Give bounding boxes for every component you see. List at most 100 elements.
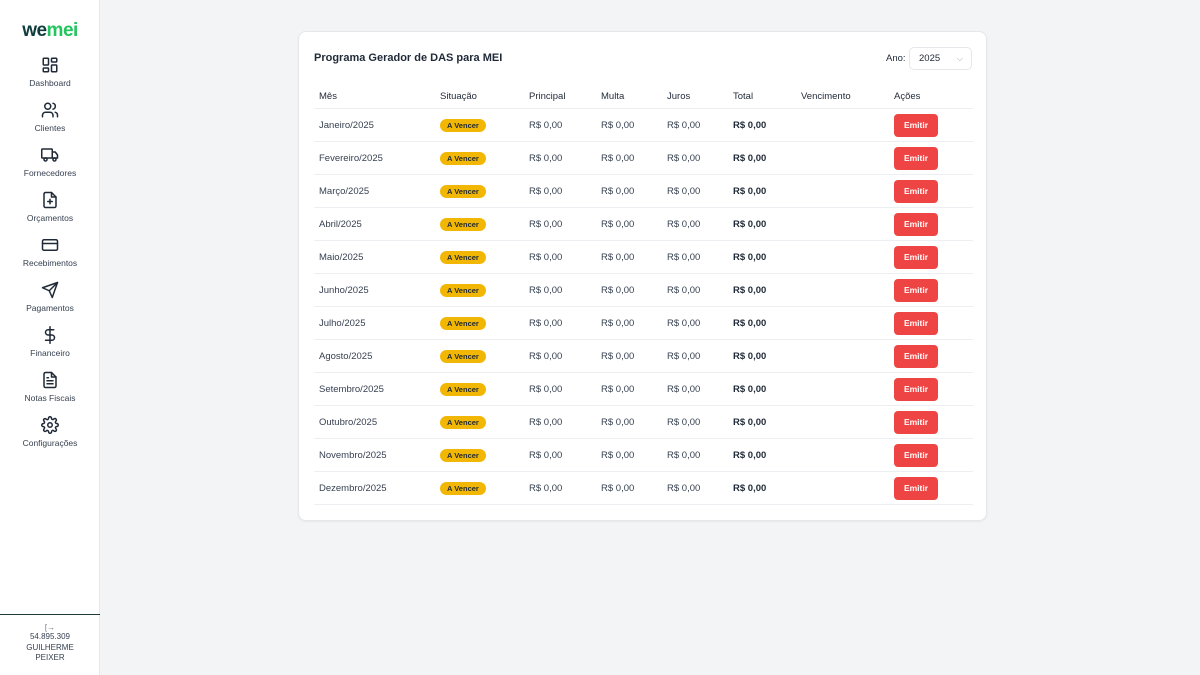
sidebar-item-clientes[interactable]: Clientes — [0, 100, 100, 145]
cell-total: R$ 0,00 — [733, 384, 767, 395]
cell-juros: R$ 0,00 — [667, 351, 701, 362]
emitir-button[interactable]: Emitir — [894, 246, 938, 269]
sidebar-item-fornecedores[interactable]: Fornecedores — [0, 145, 100, 190]
sidebar-item-orcamentos[interactable]: Orçamentos — [0, 190, 100, 235]
cell-mes: Setembro/2025 — [319, 384, 384, 395]
user-footer: [→ 54.895.309 GUILHERME PEIXER — [0, 614, 100, 675]
sidebar-item-financeiro[interactable]: Financeiro — [0, 325, 100, 370]
emitir-button[interactable]: Emitir — [894, 312, 938, 335]
sidebar-item-notas-fiscais[interactable]: Notas Fiscais — [0, 370, 100, 415]
das-card: Programa Gerador de DAS para MEI Ano: 20… — [298, 31, 987, 521]
cell-total: R$ 0,00 — [733, 351, 767, 362]
header-juros: Juros — [667, 91, 691, 102]
status-badge: A Vencer — [440, 416, 486, 429]
table-row: Março/2025 A Vencer R$ 0,00 R$ 0,00 R$ 0,00 R… — [314, 175, 973, 208]
year-select[interactable]: 2025 ⌵ — [909, 47, 972, 70]
page-title: Programa Gerador de DAS para MEI — [314, 52, 503, 64]
dashboard-icon — [42, 57, 58, 73]
cell-mes: Julho/2025 — [319, 318, 366, 329]
logout-icon[interactable]: [→ — [0, 623, 100, 632]
brand-logo-part2: mei — [46, 20, 79, 41]
cell-multa: R$ 0,00 — [601, 186, 635, 197]
table-body: Janeiro/2025 A Vencer R$ 0,00 R$ 0,00 R$ 0,0… — [314, 109, 973, 505]
cell-principal: R$ 0,00 — [529, 318, 563, 329]
header-situacao: Situação — [440, 91, 477, 102]
table-header: Mês Situação Principal Multa Juros Total… — [314, 84, 973, 109]
emitir-button[interactable]: Emitir — [894, 279, 938, 302]
cell-multa: R$ 0,00 — [601, 285, 635, 296]
status-badge: A Vencer — [440, 284, 486, 297]
cell-mes: Abril/2025 — [319, 219, 362, 230]
status-badge: A Vencer — [440, 251, 486, 264]
header-mes: Mês — [319, 91, 337, 102]
cell-juros: R$ 0,00 — [667, 417, 701, 428]
emitir-button[interactable]: Emitir — [894, 345, 938, 368]
status-badge: A Vencer — [440, 218, 486, 231]
emitir-button[interactable]: Emitir — [894, 147, 938, 170]
das-table: Mês Situação Principal Multa Juros Total… — [314, 84, 973, 505]
user-name-line1: GUILHERME — [26, 642, 74, 652]
cell-multa: R$ 0,00 — [601, 483, 635, 494]
sidebar-item-label: Clientes — [34, 123, 66, 133]
cell-juros: R$ 0,00 — [667, 153, 701, 164]
sidebar-nav: Dashboard Clientes Fornecedores Orçament… — [0, 55, 100, 460]
table-row: Julho/2025 A Vencer R$ 0,00 R$ 0,00 R$ 0,00 R… — [314, 307, 973, 340]
sidebar-item-label: Fornecedores — [23, 168, 77, 178]
sidebar-item-dashboard[interactable]: Dashboard — [0, 55, 100, 100]
emitir-button[interactable]: Emitir — [894, 411, 938, 434]
year-label: Ano: — [886, 53, 906, 64]
year-select-value: 2025 — [919, 53, 941, 64]
emitir-button[interactable]: Emitir — [894, 378, 938, 401]
sidebar-item-label: Configurações — [22, 438, 78, 448]
send-icon — [41, 281, 59, 299]
sidebar-item-configuracoes[interactable]: Configurações — [0, 415, 100, 460]
header-vencimento: Vencimento — [801, 91, 851, 102]
cell-juros: R$ 0,00 — [667, 120, 701, 131]
table-row: Novembro/2025 A Vencer R$ 0,00 R$ 0,00 R$ 0,… — [314, 439, 973, 472]
sidebar-item-label: Financeiro — [30, 348, 70, 358]
cell-total: R$ 0,00 — [733, 153, 767, 164]
sidebar: wemei Dashboard Clientes Fornecedores Or… — [0, 0, 100, 675]
truck-icon — [41, 148, 59, 162]
sidebar-item-label: Orçamentos — [26, 213, 74, 223]
cell-mes: Fevereiro/2025 — [319, 153, 383, 164]
sidebar-item-pagamentos[interactable]: Pagamentos — [0, 280, 100, 325]
users-icon — [41, 102, 59, 118]
cell-principal: R$ 0,00 — [529, 450, 563, 461]
emitir-button[interactable]: Emitir — [894, 180, 938, 203]
header-principal: Principal — [529, 91, 566, 102]
emitir-button[interactable]: Emitir — [894, 114, 938, 137]
brand-logo[interactable]: wemei — [0, 20, 100, 42]
cell-principal: R$ 0,00 — [529, 351, 563, 362]
cell-total: R$ 0,00 — [733, 318, 767, 329]
cell-total: R$ 0,00 — [733, 450, 767, 461]
emitir-button[interactable]: Emitir — [894, 477, 938, 500]
table-row: Setembro/2025 A Vencer R$ 0,00 R$ 0,00 R$ 0,… — [314, 373, 973, 406]
table-row: Agosto/2025 A Vencer R$ 0,00 R$ 0,00 R$ 0,00… — [314, 340, 973, 373]
cell-principal: R$ 0,00 — [529, 153, 563, 164]
cell-mes: Outubro/2025 — [319, 417, 378, 428]
cell-juros: R$ 0,00 — [667, 483, 701, 494]
cell-total: R$ 0,00 — [733, 252, 767, 263]
sidebar-item-recebimentos[interactable]: Recebimentos — [0, 235, 100, 280]
cell-juros: R$ 0,00 — [667, 318, 701, 329]
chevron-down-icon: ⌵ — [956, 54, 963, 63]
table-row: Maio/2025 A Vencer R$ 0,00 R$ 0,00 R$ 0,00 R$… — [314, 241, 973, 274]
cell-mes: Agosto/2025 — [319, 351, 373, 362]
header-multa: Multa — [601, 91, 625, 102]
cell-mes: Março/2025 — [319, 186, 370, 197]
emitir-button[interactable]: Emitir — [894, 444, 938, 467]
header-acoes: Ações — [894, 91, 921, 102]
file-text-icon — [43, 371, 57, 389]
cell-juros: R$ 0,00 — [667, 219, 701, 230]
cell-principal: R$ 0,00 — [529, 384, 563, 395]
file-plus-icon — [43, 191, 57, 209]
cell-total: R$ 0,00 — [733, 483, 767, 494]
cell-juros: R$ 0,00 — [667, 450, 701, 461]
emitir-button[interactable]: Emitir — [894, 213, 938, 236]
cell-multa: R$ 0,00 — [601, 417, 635, 428]
cell-principal: R$ 0,00 — [529, 186, 563, 197]
cell-juros: R$ 0,00 — [667, 384, 701, 395]
cell-mes: Maio/2025 — [319, 252, 364, 263]
cell-total: R$ 0,00 — [733, 120, 767, 131]
